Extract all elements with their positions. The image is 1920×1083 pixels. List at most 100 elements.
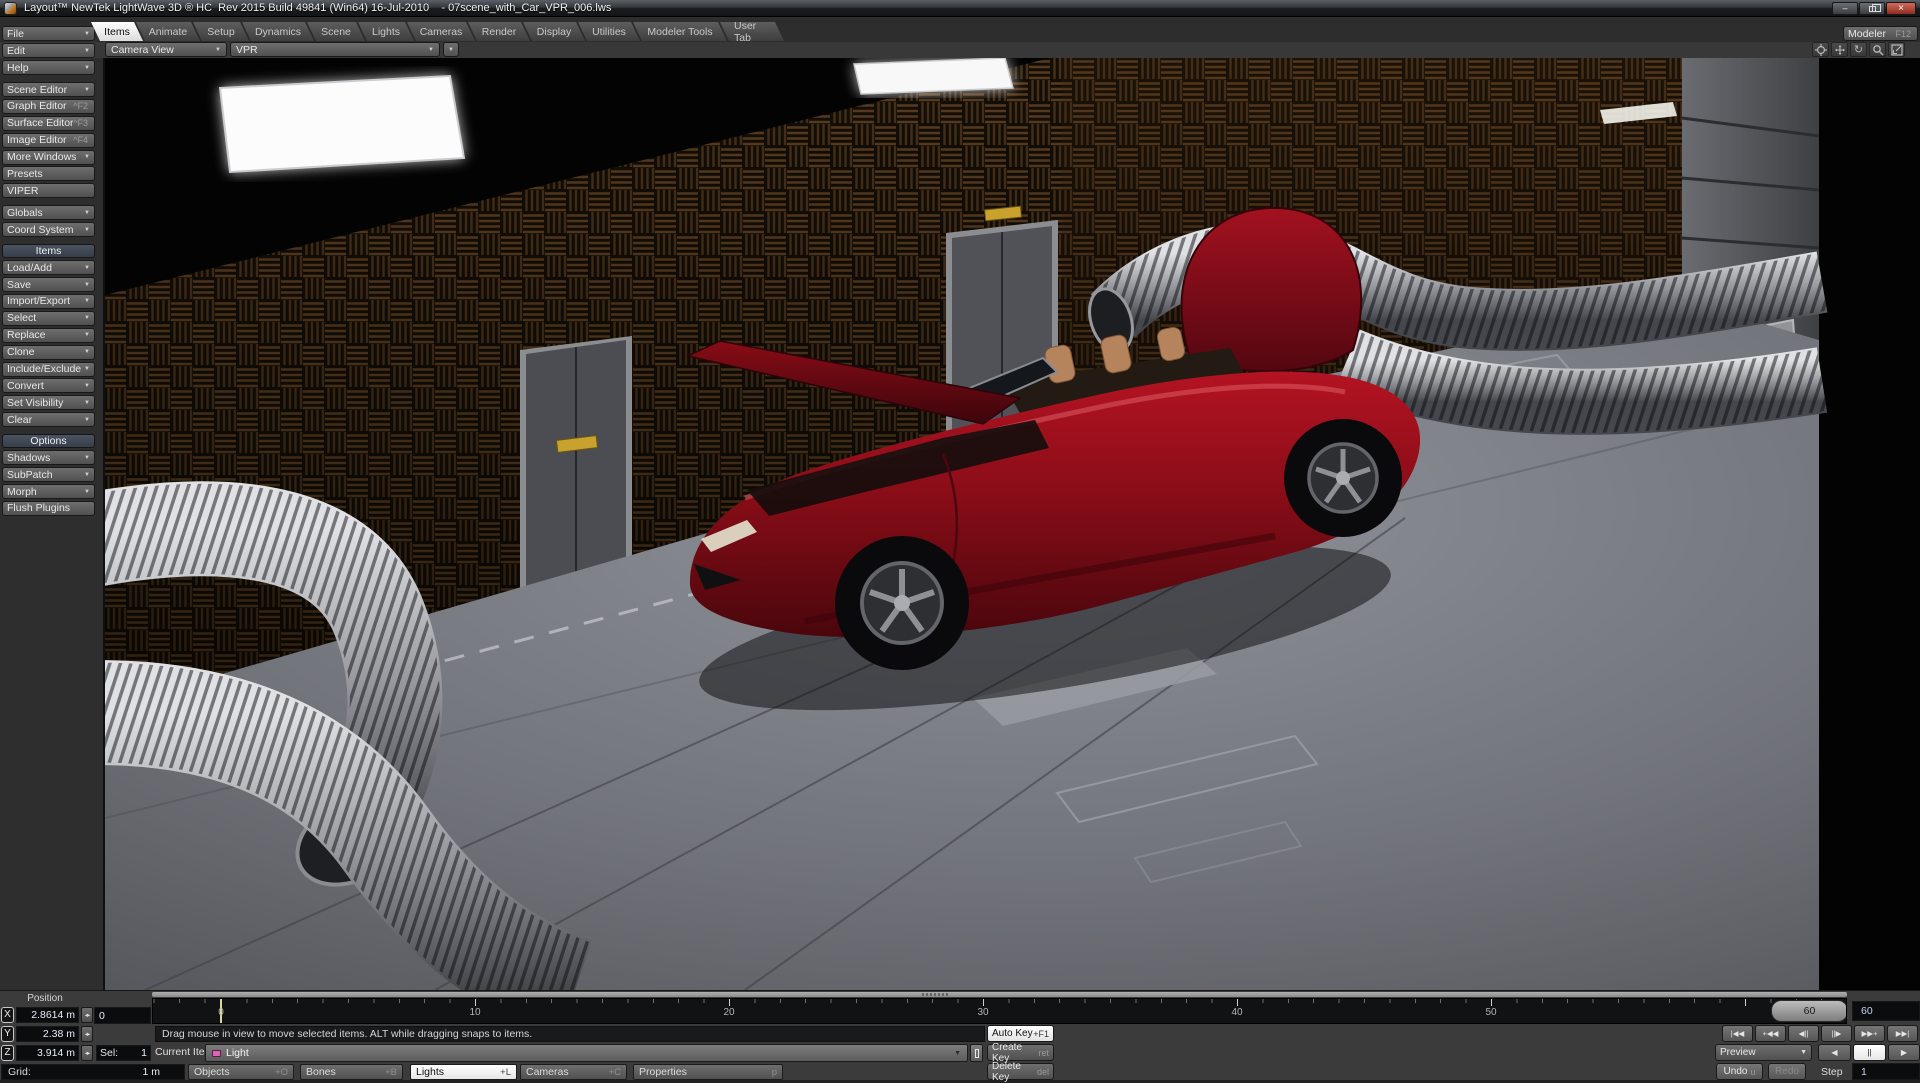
tab-animate[interactable]: Animate	[136, 22, 200, 41]
view-type-dropdown[interactable]: Camera View ▼	[105, 42, 227, 57]
y-spinner[interactable]: ◂▸	[81, 1026, 93, 1042]
dropdown-arrow-icon: ▼	[84, 349, 90, 355]
prev-key-button[interactable]: +◀◀	[1755, 1025, 1786, 1042]
tab-utilities[interactable]: Utilities	[578, 22, 640, 41]
sidebar-item-more-windows[interactable]: More Windows ▼	[2, 150, 95, 165]
position-y-field[interactable]: 2.38 m	[16, 1026, 79, 1042]
end-frame-field[interactable]: 60	[1852, 1001, 1920, 1021]
sidebar-item-edit[interactable]: Edit ▼	[2, 43, 95, 58]
dropdown-arrow-icon: ▼	[954, 1050, 961, 1057]
sidebar-item-coord-system[interactable]: Coord System ▼	[2, 222, 95, 237]
sidebar-item-surface-editor[interactable]: Surface Editor ^F3	[2, 116, 95, 131]
edit-objects-button[interactable]: Objects+O	[188, 1064, 294, 1080]
sidebar-item-clone[interactable]: Clone ▼	[2, 345, 95, 360]
frame-slider-handle[interactable]: 60	[1771, 1000, 1847, 1022]
sidebar-item-presets[interactable]: Presets	[2, 166, 95, 181]
next-key-button[interactable]: ▶▶+	[1854, 1025, 1885, 1042]
sidebar-item-globals[interactable]: Globals ▼	[2, 205, 95, 220]
create-key-button[interactable]: Create Keyret	[987, 1044, 1054, 1061]
sidebar-item-scene-editor[interactable]: Scene Editor ▼	[2, 82, 95, 97]
car-front-wheel	[835, 536, 969, 670]
tab-scene[interactable]: Scene	[307, 22, 365, 41]
sidebar-item-replace[interactable]: Replace ▼	[2, 328, 95, 343]
dropdown-arrow-icon: ▼	[84, 210, 90, 216]
tab-dynamics[interactable]: Dynamics	[242, 22, 314, 41]
step-field[interactable]: 1	[1852, 1063, 1920, 1080]
car-rear-wheel	[1284, 419, 1402, 537]
edit-bones-button[interactable]: Bones+B	[300, 1064, 403, 1080]
properties-button[interactable]: Propertiesp	[633, 1064, 783, 1080]
sidebar-item-select[interactable]: Select ▼	[2, 311, 95, 326]
close-button[interactable]: ×	[1886, 2, 1916, 15]
edit-lights-button[interactable]: Lights+L	[410, 1064, 517, 1080]
sidebar-item-graph-editor[interactable]: Graph Editor ^F2	[2, 99, 95, 114]
sidebar-item-import-export[interactable]: Import/Export ▼	[2, 294, 95, 309]
sidebar-item-clear[interactable]: Clear ▼	[2, 412, 95, 427]
restore-icon	[1869, 6, 1876, 12]
position-z-field[interactable]: 3.914 m	[16, 1045, 79, 1061]
z-spinner[interactable]: ◂▸	[81, 1045, 93, 1061]
sidebar-item-convert[interactable]: Convert ▼	[2, 378, 95, 393]
step-back-button[interactable]: ◀||	[1788, 1025, 1819, 1042]
tab-items[interactable]: Items	[91, 22, 143, 41]
timeline-scrollbar[interactable]	[152, 992, 1847, 997]
zoom-icon[interactable]	[1869, 42, 1886, 57]
app-logo-icon	[4, 2, 17, 15]
go-to-end-button[interactable]: ▶▶|	[1887, 1025, 1918, 1042]
tab-cameras[interactable]: Cameras	[407, 22, 475, 41]
sidebar-item-flush-plugins[interactable]: Flush Plugins	[2, 501, 95, 516]
current-item-dropdown[interactable]: Light ▼	[205, 1044, 968, 1062]
fit-view-icon[interactable]	[1888, 42, 1905, 57]
play-forward-button[interactable]: ▶	[1888, 1044, 1920, 1061]
minimize-button[interactable]: –	[1832, 2, 1858, 15]
timeline[interactable]: 0 10 20 30 40 50 ▴ 60	[152, 998, 1847, 1024]
undo-button[interactable]: Undou	[1716, 1063, 1763, 1080]
go-to-start-button[interactable]: |◀◀	[1722, 1025, 1753, 1042]
delete-key-button[interactable]: Delete Keydel	[987, 1063, 1054, 1080]
section-header-items: Items	[2, 244, 95, 258]
step-label: Step	[1821, 1066, 1843, 1078]
modeler-launch-button[interactable]: Modeler F12	[1843, 26, 1918, 41]
center-item-icon[interactable]	[1812, 42, 1829, 57]
sidebar-item-set-visibility[interactable]: Set Visibility ▼	[2, 395, 95, 410]
sidebar-item-load-add[interactable]: Load/Add ▼	[2, 260, 95, 275]
auto-key-button[interactable]: Auto Key+F1	[987, 1025, 1054, 1042]
tab-setup[interactable]: Setup	[193, 22, 249, 41]
pan-icon[interactable]	[1831, 42, 1848, 57]
sidebar-item-save[interactable]: Save ▼	[2, 277, 95, 292]
step-forward-button[interactable]: ||▶	[1821, 1025, 1852, 1042]
timeline-tick-label: 10	[469, 1007, 480, 1018]
x-spinner[interactable]: ◂▸	[81, 1007, 93, 1023]
rotate-icon[interactable]: ↻	[1850, 42, 1867, 57]
sidebar-item-image-editor[interactable]: Image Editor ^F4	[2, 133, 95, 148]
ceiling-light-small	[854, 58, 1013, 94]
sidebar-item-shadows[interactable]: Shadows ▼	[2, 450, 95, 465]
item-edit-icon	[975, 1049, 979, 1058]
dropdown-arrow-icon: ▼	[84, 332, 90, 338]
item-edit-toggle-button[interactable]	[970, 1044, 983, 1062]
axis-z-chip: Z	[1, 1045, 14, 1061]
viewport-options-dropdown[interactable]: ▼	[443, 42, 459, 57]
sidebar-item-subpatch[interactable]: SubPatch ▼	[2, 467, 95, 482]
tab-modeler-tools[interactable]: Modeler Tools	[633, 22, 727, 41]
current-frame-field[interactable]: 0	[94, 1007, 151, 1024]
redo-button[interactable]: Redo	[1768, 1063, 1806, 1080]
position-x-field[interactable]: 2.8614 m	[16, 1007, 79, 1023]
edit-cameras-button[interactable]: Cameras+C	[520, 1064, 627, 1080]
sidebar-item-include-exclude[interactable]: Include/Exclude ▼	[2, 362, 95, 377]
viewport-3d[interactable]	[103, 58, 1920, 990]
tab-user-tab[interactable]: User Tab	[720, 22, 784, 41]
preview-dropdown[interactable]: Preview ▼	[1715, 1044, 1812, 1061]
restore-button[interactable]	[1859, 2, 1885, 15]
tab-render[interactable]: Render	[468, 22, 530, 41]
titlebar[interactable]: Layout™ NewTek LightWave 3D ® HC Rev 201…	[0, 0, 1920, 17]
play-reverse-button[interactable]: ◀	[1818, 1044, 1851, 1061]
tab-display[interactable]: Display	[523, 22, 585, 41]
sidebar-item-morph[interactable]: Morph ▼	[2, 484, 95, 499]
dropdown-arrow-icon: ▼	[84, 65, 90, 71]
pause-button[interactable]: ||	[1853, 1044, 1886, 1061]
tab-lights[interactable]: Lights	[358, 22, 414, 41]
sidebar-item-help[interactable]: Help ▼	[2, 60, 95, 75]
render-mode-dropdown[interactable]: VPR ▼	[230, 42, 440, 57]
sidebar-item-viper[interactable]: VIPER	[2, 183, 95, 198]
